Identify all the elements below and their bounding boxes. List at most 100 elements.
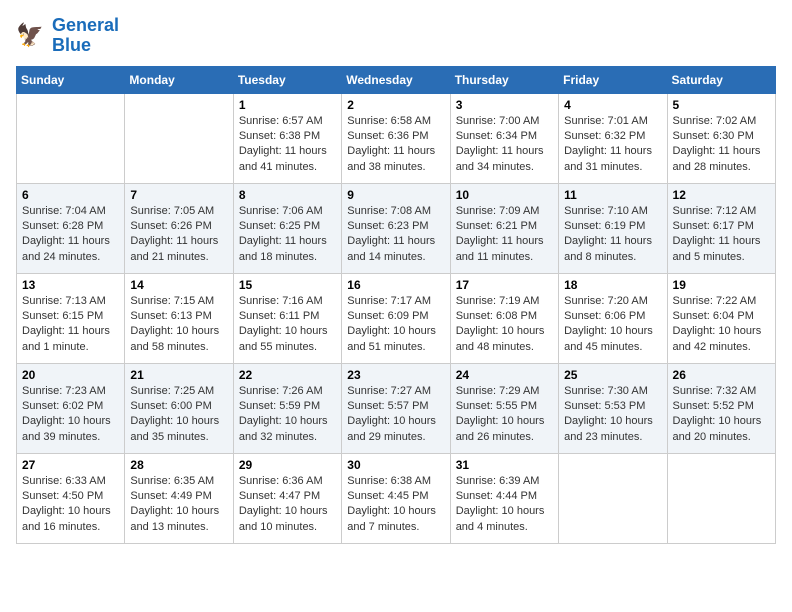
calendar-cell: 28Sunrise: 6:35 AM Sunset: 4:49 PM Dayli… xyxy=(125,453,233,543)
day-number: 29 xyxy=(239,458,336,472)
calendar-cell xyxy=(667,453,775,543)
day-info: Sunrise: 7:05 AM Sunset: 6:26 PM Dayligh… xyxy=(130,204,227,266)
day-info: Sunrise: 7:15 AM Sunset: 6:13 PM Dayligh… xyxy=(130,294,227,356)
week-row-5: 27 Sunrise: 6:33 AM Sunset: 4:50 PM Dayli… xyxy=(17,453,776,543)
day-number: 25 xyxy=(564,368,661,382)
day-number: 10 xyxy=(456,188,553,202)
day-info: Sunrise: 6:58 AM Sunset: 6:36 PM Dayligh… xyxy=(347,114,444,176)
day-info: Sunrise: 7:26 AM Sunset: 5:59 PM Dayligh… xyxy=(239,384,336,446)
day-header-wednesday: Wednesday xyxy=(342,66,450,93)
calendar-cell: 18 Sunrise: 7:20 AM Sunset: 6:06 PM Dayli… xyxy=(559,273,667,363)
calendar-cell: 11 Sunrise: 7:10 AM Sunset: 6:19 PM Dayli… xyxy=(559,183,667,273)
day-info: Sunrise: 7:32 AM Sunset: 5:52 PM Dayligh… xyxy=(673,384,770,446)
day-info: Sunrise: 7:09 AM Sunset: 6:21 PM Dayligh… xyxy=(456,204,553,266)
day-number: 15 xyxy=(239,278,336,292)
calendar-cell: 27 Sunrise: 6:33 AM Sunset: 4:50 PM Dayli… xyxy=(17,453,125,543)
day-number: 22 xyxy=(239,368,336,382)
calendar-table: SundayMondayTuesdayWednesdayThursdayFrid… xyxy=(16,66,776,544)
day-number: 11 xyxy=(564,188,661,202)
page-header: 🦅 GeneralBlue xyxy=(16,16,776,56)
day-info: Sunrise: 7:29 AM Sunset: 5:55 PM Dayligh… xyxy=(456,384,553,446)
week-row-4: 20Sunrise: 7:23 AM Sunset: 6:02 PM Dayli… xyxy=(17,363,776,453)
day-info: Sunrise: 6:38 AM Sunset: 4:45 PM Dayligh… xyxy=(347,474,444,536)
logo-icon: 🦅 xyxy=(16,20,48,52)
logo-text: GeneralBlue xyxy=(52,16,119,56)
calendar-cell: 8 Sunrise: 7:06 AM Sunset: 6:25 PM Daylig… xyxy=(233,183,341,273)
day-info: Sunrise: 6:33 AM Sunset: 4:50 PM Dayligh… xyxy=(22,474,119,536)
day-number: 19 xyxy=(673,278,770,292)
day-number: 18 xyxy=(564,278,661,292)
day-info: Sunrise: 7:20 AM Sunset: 6:06 PM Dayligh… xyxy=(564,294,661,356)
day-header-thursday: Thursday xyxy=(450,66,558,93)
day-info: Sunrise: 7:17 AM Sunset: 6:09 PM Dayligh… xyxy=(347,294,444,356)
calendar-cell: 22 Sunrise: 7:26 AM Sunset: 5:59 PM Dayli… xyxy=(233,363,341,453)
calendar-cell: 17 Sunrise: 7:19 AM Sunset: 6:08 PM Dayli… xyxy=(450,273,558,363)
calendar-cell xyxy=(17,93,125,183)
day-header-tuesday: Tuesday xyxy=(233,66,341,93)
day-number: 17 xyxy=(456,278,553,292)
day-number: 3 xyxy=(456,98,553,112)
calendar-cell: 21 Sunrise: 7:25 AM Sunset: 6:00 PM Dayli… xyxy=(125,363,233,453)
day-info: Sunrise: 7:30 AM Sunset: 5:53 PM Dayligh… xyxy=(564,384,661,446)
calendar-cell: 3Sunrise: 7:00 AM Sunset: 6:34 PM Daylig… xyxy=(450,93,558,183)
day-info: Sunrise: 7:12 AM Sunset: 6:17 PM Dayligh… xyxy=(673,204,770,266)
day-number: 5 xyxy=(673,98,770,112)
day-header-friday: Friday xyxy=(559,66,667,93)
week-row-2: 6 Sunrise: 7:04 AM Sunset: 6:28 PM Daylig… xyxy=(17,183,776,273)
calendar-cell: 25 Sunrise: 7:30 AM Sunset: 5:53 PM Dayli… xyxy=(559,363,667,453)
day-info: Sunrise: 7:04 AM Sunset: 6:28 PM Dayligh… xyxy=(22,204,119,266)
day-number: 30 xyxy=(347,458,444,472)
calendar-cell: 6 Sunrise: 7:04 AM Sunset: 6:28 PM Daylig… xyxy=(17,183,125,273)
day-number: 20 xyxy=(22,368,119,382)
day-info: Sunrise: 7:13 AM Sunset: 6:15 PM Dayligh… xyxy=(22,294,119,356)
day-number: 14 xyxy=(130,278,227,292)
calendar-cell: 14 Sunrise: 7:15 AM Sunset: 6:13 PM Dayli… xyxy=(125,273,233,363)
calendar-cell: 16Sunrise: 7:17 AM Sunset: 6:09 PM Dayli… xyxy=(342,273,450,363)
day-number: 24 xyxy=(456,368,553,382)
day-header-sunday: Sunday xyxy=(17,66,125,93)
day-info: Sunrise: 7:06 AM Sunset: 6:25 PM Dayligh… xyxy=(239,204,336,266)
day-info: Sunrise: 7:19 AM Sunset: 6:08 PM Dayligh… xyxy=(456,294,553,356)
day-number: 27 xyxy=(22,458,119,472)
day-number: 4 xyxy=(564,98,661,112)
day-info: Sunrise: 7:25 AM Sunset: 6:00 PM Dayligh… xyxy=(130,384,227,446)
day-number: 6 xyxy=(22,188,119,202)
logo: 🦅 GeneralBlue xyxy=(16,16,119,56)
day-info: Sunrise: 6:36 AM Sunset: 4:47 PM Dayligh… xyxy=(239,474,336,536)
day-number: 2 xyxy=(347,98,444,112)
calendar-cell: 15Sunrise: 7:16 AM Sunset: 6:11 PM Dayli… xyxy=(233,273,341,363)
calendar-cell: 5 Sunrise: 7:02 AM Sunset: 6:30 PM Daylig… xyxy=(667,93,775,183)
calendar-cell: 20Sunrise: 7:23 AM Sunset: 6:02 PM Dayli… xyxy=(17,363,125,453)
day-info: Sunrise: 7:10 AM Sunset: 6:19 PM Dayligh… xyxy=(564,204,661,266)
calendar-cell: 30 Sunrise: 6:38 AM Sunset: 4:45 PM Dayli… xyxy=(342,453,450,543)
calendar-cell: 2 Sunrise: 6:58 AM Sunset: 6:36 PM Daylig… xyxy=(342,93,450,183)
calendar-header: SundayMondayTuesdayWednesdayThursdayFrid… xyxy=(17,66,776,93)
calendar-cell: 29 Sunrise: 6:36 AM Sunset: 4:47 PM Dayli… xyxy=(233,453,341,543)
calendar-cell: 12 Sunrise: 7:12 AM Sunset: 6:17 PM Dayli… xyxy=(667,183,775,273)
calendar-cell: 13 Sunrise: 7:13 AM Sunset: 6:15 PM Dayli… xyxy=(17,273,125,363)
day-number: 26 xyxy=(673,368,770,382)
week-row-1: 1 Sunrise: 6:57 AM Sunset: 6:38 PM Daylig… xyxy=(17,93,776,183)
day-number: 7 xyxy=(130,188,227,202)
day-info: Sunrise: 7:27 AM Sunset: 5:57 PM Dayligh… xyxy=(347,384,444,446)
day-info: Sunrise: 6:39 AM Sunset: 4:44 PM Dayligh… xyxy=(456,474,553,536)
calendar-cell: 31 Sunrise: 6:39 AM Sunset: 4:44 PM Dayli… xyxy=(450,453,558,543)
day-number: 13 xyxy=(22,278,119,292)
calendar-cell: 7 Sunrise: 7:05 AM Sunset: 6:26 PM Daylig… xyxy=(125,183,233,273)
day-number: 1 xyxy=(239,98,336,112)
day-number: 21 xyxy=(130,368,227,382)
calendar-cell: 9 Sunrise: 7:08 AM Sunset: 6:23 PM Daylig… xyxy=(342,183,450,273)
day-info: Sunrise: 7:02 AM Sunset: 6:30 PM Dayligh… xyxy=(673,114,770,176)
calendar-cell: 4 Sunrise: 7:01 AM Sunset: 6:32 PM Daylig… xyxy=(559,93,667,183)
calendar-cell: 10 Sunrise: 7:09 AM Sunset: 6:21 PM Dayli… xyxy=(450,183,558,273)
day-number: 31 xyxy=(456,458,553,472)
day-number: 12 xyxy=(673,188,770,202)
calendar-cell: 24 Sunrise: 7:29 AM Sunset: 5:55 PM Dayli… xyxy=(450,363,558,453)
day-number: 23 xyxy=(347,368,444,382)
day-info: Sunrise: 7:01 AM Sunset: 6:32 PM Dayligh… xyxy=(564,114,661,176)
day-info: Sunrise: 6:57 AM Sunset: 6:38 PM Dayligh… xyxy=(239,114,336,176)
day-info: Sunrise: 7:08 AM Sunset: 6:23 PM Dayligh… xyxy=(347,204,444,266)
day-info: Sunrise: 7:22 AM Sunset: 6:04 PM Dayligh… xyxy=(673,294,770,356)
day-number: 9 xyxy=(347,188,444,202)
day-number: 8 xyxy=(239,188,336,202)
